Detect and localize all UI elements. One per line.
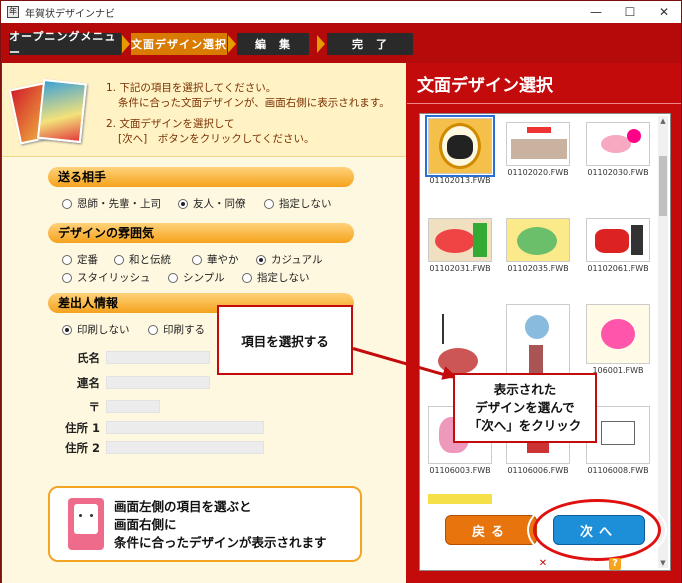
tip-box: 画面左側の項目を選ぶと 画面右側に 条件に合ったデザインが表示されます [48, 486, 362, 562]
design-thumbnail[interactable]: 106001.FWB [586, 304, 650, 375]
gallery-scrollbar[interactable]: ▲ ▼ [658, 116, 668, 568]
title-bar: 年 年賀状デザインナビ — ☐ ✕ [1, 1, 681, 23]
design-thumbnail[interactable]: 01102035.FWB [506, 218, 570, 273]
card-mascot-icon [68, 498, 104, 550]
atmosphere-header: デザインの雰囲気 [48, 223, 354, 243]
joint-name-label: 連名 [77, 376, 100, 390]
address1-field[interactable] [106, 421, 264, 434]
scroll-up-icon[interactable]: ▲ [658, 116, 668, 126]
postal-field[interactable] [106, 400, 160, 413]
joint-name-field[interactable] [106, 376, 210, 389]
radio-no-print[interactable]: 印刷しない [62, 322, 130, 337]
name-field[interactable] [106, 351, 210, 364]
radio-traditional[interactable]: 和と伝統 [114, 252, 171, 267]
radio-icon [264, 198, 274, 209]
app-icon: 年 [7, 6, 19, 18]
step-design-select[interactable]: 文面デザイン選択 [131, 33, 227, 55]
radio-casual[interactable]: カジュアル [256, 252, 322, 267]
right-panel: 文面デザイン選択 01102013.FWB 01102020.FWB 01102… [407, 63, 681, 583]
step-navigation: オープニングメニュー 文面デザイン選択 編 集 完 了 [1, 23, 681, 63]
radio-send-to-friend[interactable]: 友人・同僚 [178, 196, 246, 211]
tip-line-2: 画面右側に [114, 517, 177, 532]
scroll-thumb[interactable] [659, 156, 667, 216]
radio-send-to-none[interactable]: 指定しない [264, 196, 332, 211]
radio-gorgeous[interactable]: 華やか [192, 252, 239, 267]
help-icon: ? [609, 557, 621, 570]
instruction-area: 1. 下記の項目を選択してください。 条件に合った文面デザインが、画面右側に表示… [2, 63, 406, 157]
instruction-line-3: 2. 文面デザインを選択して [106, 118, 235, 130]
cancel-link[interactable]: ✕ キャンセル [537, 557, 597, 570]
greeting-cards-illustration [8, 77, 88, 149]
app-window: 年 年賀状デザインナビ — ☐ ✕ オープニングメニュー 文面デザイン選択 編 … [0, 0, 682, 583]
instruction-line-1: 1. 下記の項目を選択してください。 [106, 82, 277, 94]
scroll-down-icon[interactable]: ▼ [658, 558, 668, 568]
design-thumbnail[interactable]: 01102031.FWB [428, 218, 492, 273]
radio-selected-icon [178, 198, 188, 209]
callout-line-2: デザインを選んで [475, 400, 575, 415]
window-title: 年賀状デザインナビ [25, 8, 115, 20]
instruction-line-2: 条件に合った文面デザインが、画面右側に表示されます。 [118, 97, 390, 109]
radio-stylish[interactable]: スタイリッシュ [62, 270, 151, 285]
tip-line-3: 条件に合ったデザインが表示されます [114, 535, 327, 550]
name-label: 氏名 [77, 351, 100, 365]
divider [407, 103, 681, 104]
close-icon: ✕ [537, 557, 549, 570]
minimize-button[interactable]: — [579, 1, 613, 23]
radio-simple[interactable]: シンプル [168, 270, 225, 285]
design-thumbnail[interactable] [428, 494, 492, 504]
step-arrow-icon [317, 35, 325, 53]
radio-atmosphere-none[interactable]: 指定しない [242, 270, 310, 285]
help-link[interactable]: ? ヘルプ [609, 557, 651, 570]
right-panel-title: 文面デザイン選択 [417, 76, 553, 96]
highlight-ring [533, 499, 661, 561]
design-thumbnail[interactable]: 01102061.FWB [586, 218, 650, 273]
step-edit[interactable]: 編 集 [237, 33, 309, 55]
address2-label: 住所 2 [64, 441, 100, 455]
step-opening-menu[interactable]: オープニングメニュー [9, 30, 121, 59]
design-thumbnail[interactable] [506, 304, 570, 384]
postal-label: 〒 [88, 400, 101, 414]
radio-send-to-mentor[interactable]: 恩師・先輩・上司 [62, 196, 161, 211]
send-to-header: 送る相手 [48, 167, 354, 187]
callout-select-items: 項目を選択する [217, 305, 353, 375]
radio-print[interactable]: 印刷する [148, 322, 205, 337]
maximize-button[interactable]: ☐ [613, 1, 647, 23]
step-arrow-icon [228, 35, 236, 53]
instruction-line-4: [次へ] ボタンをクリックしてください。 [118, 133, 315, 145]
address1-label: 住所 1 [64, 421, 100, 435]
design-thumbnail[interactable]: 01102013.FWB [425, 115, 495, 185]
callout-line-1: 表示された [493, 382, 557, 397]
design-thumbnail[interactable]: 01102020.FWB [506, 122, 570, 177]
close-button[interactable]: ✕ [647, 1, 681, 23]
step-complete[interactable]: 完 了 [327, 33, 413, 55]
callout-line-3: 「次へ」をクリック [468, 418, 582, 433]
window-controls: — ☐ ✕ [579, 1, 681, 23]
address2-field[interactable] [106, 441, 264, 454]
radio-icon [62, 198, 72, 209]
callout-select-design: 表示された デザインを選んで 「次へ」をクリック [453, 373, 597, 443]
tip-line-1: 画面左側の項目を選ぶと [114, 499, 252, 514]
radio-standard[interactable]: 定番 [62, 252, 98, 267]
design-thumbnail[interactable]: 01102030.FWB [586, 122, 650, 177]
back-button[interactable]: 戻る [445, 515, 537, 545]
step-arrow-icon [122, 35, 130, 53]
